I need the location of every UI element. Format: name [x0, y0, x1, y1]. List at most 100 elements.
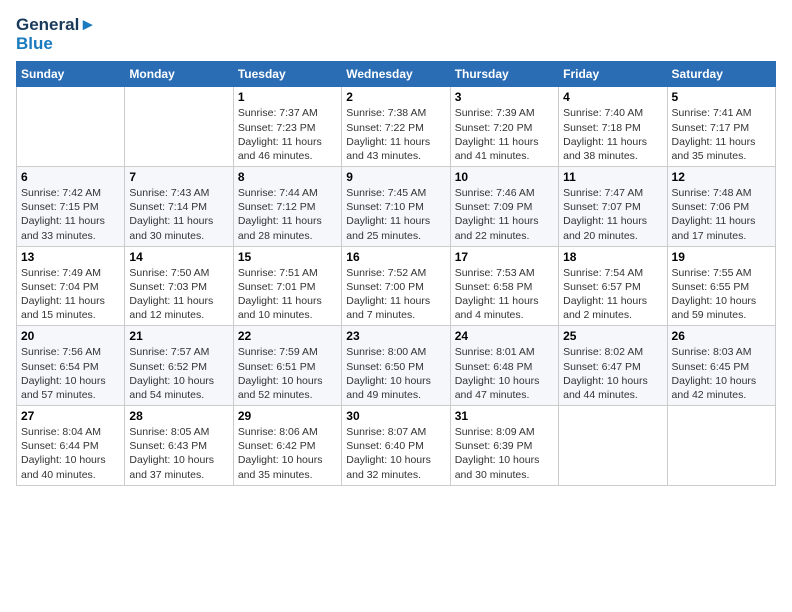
day-info: Sunrise: 7:51 AM Sunset: 7:01 PM Dayligh… — [238, 266, 337, 323]
calendar-cell: 11 Sunrise: 7:47 AM Sunset: 7:07 PM Dayli… — [559, 167, 667, 247]
calendar-cell — [17, 87, 125, 167]
day-number: 27 — [21, 409, 120, 423]
day-info: Sunrise: 7:47 AM Sunset: 7:07 PM Dayligh… — [563, 186, 662, 243]
weekday-header: Thursday — [450, 62, 558, 87]
calendar-cell: 27 Sunrise: 8:04 AM Sunset: 6:44 PM Dayli… — [17, 406, 125, 486]
day-info: Sunrise: 7:45 AM Sunset: 7:10 PM Dayligh… — [346, 186, 445, 243]
day-info: Sunrise: 8:00 AM Sunset: 6:50 PM Dayligh… — [346, 345, 445, 402]
day-number: 29 — [238, 409, 337, 423]
day-info: Sunrise: 8:09 AM Sunset: 6:39 PM Dayligh… — [455, 425, 554, 482]
day-info: Sunrise: 8:05 AM Sunset: 6:43 PM Dayligh… — [129, 425, 228, 482]
day-number: 31 — [455, 409, 554, 423]
calendar-cell: 29 Sunrise: 8:06 AM Sunset: 6:42 PM Dayli… — [233, 406, 341, 486]
calendar-cell — [667, 406, 775, 486]
day-info: Sunrise: 7:44 AM Sunset: 7:12 PM Dayligh… — [238, 186, 337, 243]
calendar-cell: 9Sunrise: 7:45 AM Sunset: 7:10 PM Daylig… — [342, 167, 450, 247]
day-number: 2 — [346, 90, 445, 104]
day-number: 28 — [129, 409, 228, 423]
calendar-cell: 1 Sunrise: 7:37 AM Sunset: 7:23 PM Daylig… — [233, 87, 341, 167]
calendar-cell: 7Sunrise: 7:43 AM Sunset: 7:14 PM Daylig… — [125, 167, 233, 247]
calendar-cell: 14Sunrise: 7:50 AM Sunset: 7:03 PM Dayli… — [125, 246, 233, 326]
calendar-week-row: 1 Sunrise: 7:37 AM Sunset: 7:23 PM Daylig… — [17, 87, 776, 167]
calendar-cell — [125, 87, 233, 167]
calendar-cell: 4 Sunrise: 7:40 AM Sunset: 7:18 PM Daylig… — [559, 87, 667, 167]
calendar-cell: 8Sunrise: 7:44 AM Sunset: 7:12 PM Daylig… — [233, 167, 341, 247]
day-info: Sunrise: 7:40 AM Sunset: 7:18 PM Dayligh… — [563, 106, 662, 163]
calendar-week-row: 27 Sunrise: 8:04 AM Sunset: 6:44 PM Dayli… — [17, 406, 776, 486]
day-info: Sunrise: 7:52 AM Sunset: 7:00 PM Dayligh… — [346, 266, 445, 323]
calendar-week-row: 13 Sunrise: 7:49 AM Sunset: 7:04 PM Dayli… — [17, 246, 776, 326]
calendar-cell: 12Sunrise: 7:48 AM Sunset: 7:06 PM Dayli… — [667, 167, 775, 247]
day-info: Sunrise: 8:06 AM Sunset: 6:42 PM Dayligh… — [238, 425, 337, 482]
day-number: 12 — [672, 170, 771, 184]
day-number: 22 — [238, 329, 337, 343]
calendar-cell: 15Sunrise: 7:51 AM Sunset: 7:01 PM Dayli… — [233, 246, 341, 326]
weekday-header: Tuesday — [233, 62, 341, 87]
calendar-cell: 30 Sunrise: 8:07 AM Sunset: 6:40 PM Dayli… — [342, 406, 450, 486]
day-number: 6 — [21, 170, 120, 184]
logo-general: General► — [16, 16, 96, 35]
day-number: 11 — [563, 170, 662, 184]
calendar-cell — [559, 406, 667, 486]
day-info: Sunrise: 8:04 AM Sunset: 6:44 PM Dayligh… — [21, 425, 120, 482]
calendar-week-row: 6Sunrise: 7:42 AM Sunset: 7:15 PM Daylig… — [17, 167, 776, 247]
day-info: Sunrise: 7:46 AM Sunset: 7:09 PM Dayligh… — [455, 186, 554, 243]
day-number: 14 — [129, 250, 228, 264]
logo: General► Blue — [16, 16, 96, 53]
day-number: 20 — [21, 329, 120, 343]
calendar-cell: 16 Sunrise: 7:52 AM Sunset: 7:00 PM Dayli… — [342, 246, 450, 326]
logo-blue: Blue — [16, 35, 53, 54]
day-number: 17 — [455, 250, 554, 264]
day-number: 30 — [346, 409, 445, 423]
calendar-week-row: 20Sunrise: 7:56 AM Sunset: 6:54 PM Dayli… — [17, 326, 776, 406]
day-number: 3 — [455, 90, 554, 104]
day-number: 23 — [346, 329, 445, 343]
day-info: Sunrise: 8:07 AM Sunset: 6:40 PM Dayligh… — [346, 425, 445, 482]
day-info: Sunrise: 8:02 AM Sunset: 6:47 PM Dayligh… — [563, 345, 662, 402]
weekday-header: Monday — [125, 62, 233, 87]
day-info: Sunrise: 7:55 AM Sunset: 6:55 PM Dayligh… — [672, 266, 771, 323]
day-number: 5 — [672, 90, 771, 104]
day-info: Sunrise: 7:41 AM Sunset: 7:17 PM Dayligh… — [672, 106, 771, 163]
weekday-header-row: SundayMondayTuesdayWednesdayThursdayFrid… — [17, 62, 776, 87]
day-number: 10 — [455, 170, 554, 184]
weekday-header: Friday — [559, 62, 667, 87]
day-info: Sunrise: 7:59 AM Sunset: 6:51 PM Dayligh… — [238, 345, 337, 402]
calendar-cell: 3 Sunrise: 7:39 AM Sunset: 7:20 PM Daylig… — [450, 87, 558, 167]
calendar-cell: 20Sunrise: 7:56 AM Sunset: 6:54 PM Dayli… — [17, 326, 125, 406]
calendar-cell: 23 Sunrise: 8:00 AM Sunset: 6:50 PM Dayli… — [342, 326, 450, 406]
day-info: Sunrise: 7:39 AM Sunset: 7:20 PM Dayligh… — [455, 106, 554, 163]
calendar-table: SundayMondayTuesdayWednesdayThursdayFrid… — [16, 61, 776, 485]
day-info: Sunrise: 7:53 AM Sunset: 6:58 PM Dayligh… — [455, 266, 554, 323]
day-info: Sunrise: 7:54 AM Sunset: 6:57 PM Dayligh… — [563, 266, 662, 323]
calendar-cell: 25 Sunrise: 8:02 AM Sunset: 6:47 PM Dayli… — [559, 326, 667, 406]
calendar-cell: 18 Sunrise: 7:54 AM Sunset: 6:57 PM Dayli… — [559, 246, 667, 326]
day-number: 1 — [238, 90, 337, 104]
calendar-cell: 22 Sunrise: 7:59 AM Sunset: 6:51 PM Dayli… — [233, 326, 341, 406]
calendar-cell: 5 Sunrise: 7:41 AM Sunset: 7:17 PM Daylig… — [667, 87, 775, 167]
calendar-cell: 26 Sunrise: 8:03 AM Sunset: 6:45 PM Dayli… — [667, 326, 775, 406]
day-number: 26 — [672, 329, 771, 343]
day-number: 24 — [455, 329, 554, 343]
day-info: Sunrise: 7:38 AM Sunset: 7:22 PM Dayligh… — [346, 106, 445, 163]
calendar-cell: 13 Sunrise: 7:49 AM Sunset: 7:04 PM Dayli… — [17, 246, 125, 326]
weekday-header: Saturday — [667, 62, 775, 87]
day-info: Sunrise: 7:49 AM Sunset: 7:04 PM Dayligh… — [21, 266, 120, 323]
calendar-cell: 28 Sunrise: 8:05 AM Sunset: 6:43 PM Dayli… — [125, 406, 233, 486]
day-number: 13 — [21, 250, 120, 264]
calendar-cell: 6Sunrise: 7:42 AM Sunset: 7:15 PM Daylig… — [17, 167, 125, 247]
calendar-cell: 19Sunrise: 7:55 AM Sunset: 6:55 PM Dayli… — [667, 246, 775, 326]
day-number: 16 — [346, 250, 445, 264]
calendar-cell: 10 Sunrise: 7:46 AM Sunset: 7:09 PM Dayli… — [450, 167, 558, 247]
day-info: Sunrise: 8:03 AM Sunset: 6:45 PM Dayligh… — [672, 345, 771, 402]
day-number: 21 — [129, 329, 228, 343]
day-number: 25 — [563, 329, 662, 343]
day-number: 4 — [563, 90, 662, 104]
page-header: General► Blue — [16, 16, 776, 53]
day-number: 18 — [563, 250, 662, 264]
calendar-cell: 2 Sunrise: 7:38 AM Sunset: 7:22 PM Daylig… — [342, 87, 450, 167]
day-info: Sunrise: 7:37 AM Sunset: 7:23 PM Dayligh… — [238, 106, 337, 163]
calendar-cell: 31 Sunrise: 8:09 AM Sunset: 6:39 PM Dayli… — [450, 406, 558, 486]
calendar-cell: 17 Sunrise: 7:53 AM Sunset: 6:58 PM Dayli… — [450, 246, 558, 326]
day-info: Sunrise: 7:43 AM Sunset: 7:14 PM Dayligh… — [129, 186, 228, 243]
